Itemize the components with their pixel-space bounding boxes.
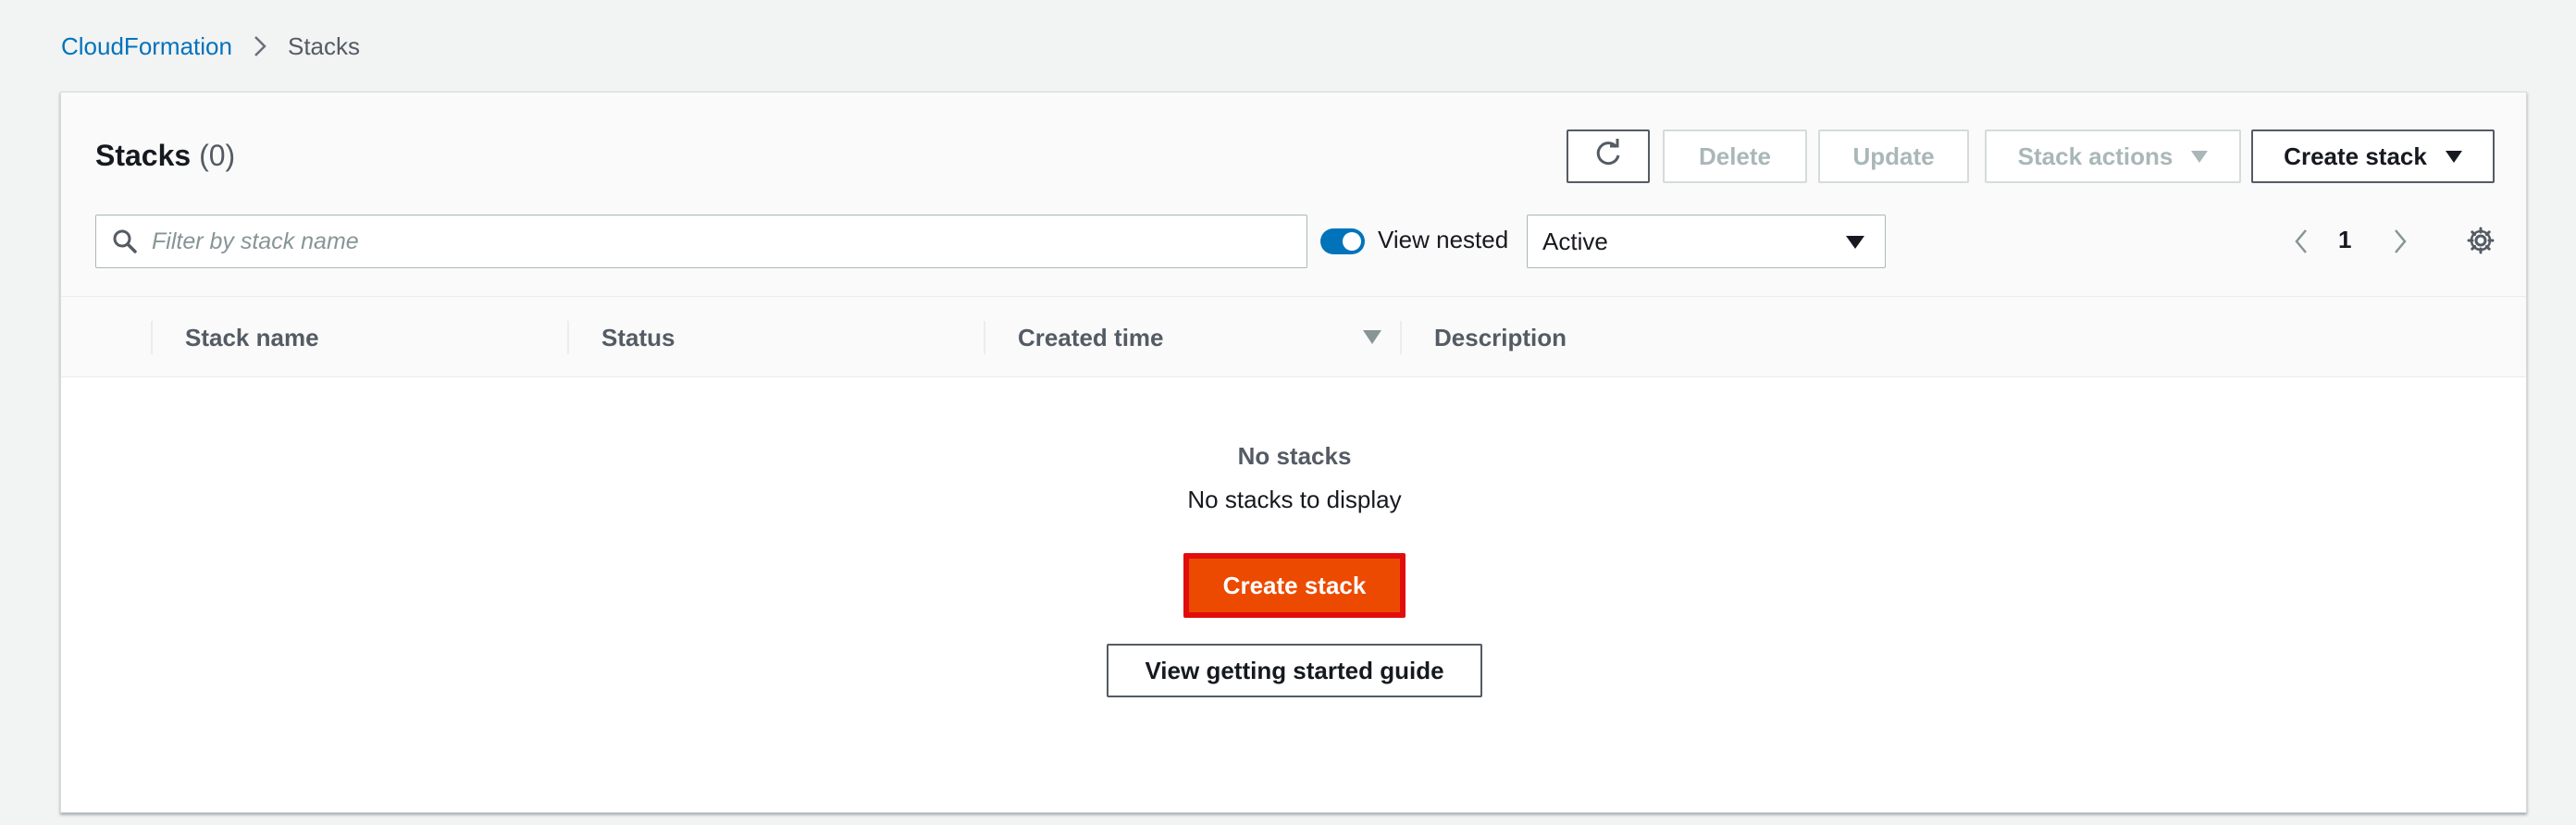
table-header: Stack name Status Created time Descripti…: [61, 296, 2526, 377]
column-header-created-time[interactable]: Created time: [984, 297, 1400, 378]
caret-down-icon: [1846, 236, 1864, 249]
view-getting-started-guide-button[interactable]: View getting started guide: [1107, 644, 1482, 697]
view-nested-label: View nested: [1378, 226, 1509, 253]
column-header-status[interactable]: Status: [567, 297, 984, 378]
empty-state-description: No stacks to display: [1187, 486, 1402, 513]
stack-actions-label: Stack actions: [2017, 142, 2174, 170]
status-filter-select[interactable]: Active: [1527, 215, 1886, 268]
create-stack-button[interactable]: Create stack: [1183, 553, 1406, 618]
stack-count: (0): [199, 139, 236, 172]
sort-descending-icon: [1363, 330, 1381, 344]
create-stack-dropdown-button[interactable]: Create stack: [2251, 129, 2495, 183]
column-header-description[interactable]: Description: [1400, 297, 2527, 378]
breadcrumb: CloudFormation Stacks: [61, 28, 360, 65]
breadcrumb-current-stacks: Stacks: [287, 31, 361, 60]
stack-actions-button[interactable]: Stack actions: [1985, 129, 2241, 183]
created-time-label: Created time: [1018, 323, 1164, 351]
view-nested-toggle[interactable]: [1320, 228, 1365, 254]
breadcrumb-cloudformation-link[interactable]: CloudFormation: [61, 32, 232, 61]
page-title: Stacks (0): [95, 139, 235, 173]
chevron-right-icon: [2395, 229, 2407, 253]
create-stack-label: Create stack: [2284, 142, 2427, 170]
next-page-button[interactable]: [2386, 225, 2414, 258]
gear-icon[interactable]: [2463, 223, 2498, 258]
panel-header: Stacks (0) Delete Update Stack actions C…: [61, 92, 2526, 296]
update-button[interactable]: Update: [1818, 129, 1969, 183]
stacks-panel: Stacks (0) Delete Update Stack actions C…: [60, 92, 2527, 813]
refresh-button[interactable]: [1567, 129, 1650, 183]
caret-down-icon: [2445, 150, 2462, 163]
filter-box: [95, 215, 1307, 268]
previous-page-button[interactable]: [2287, 225, 2315, 258]
filter-stack-name-input[interactable]: [152, 228, 1262, 255]
toggle-knob: [1343, 232, 1361, 251]
chevron-left-icon: [2295, 229, 2307, 253]
delete-button[interactable]: Delete: [1663, 129, 1807, 183]
status-filter-value: Active: [1542, 227, 1608, 255]
refresh-icon: [1592, 138, 1624, 176]
empty-state-title: No stacks: [1237, 442, 1352, 470]
title-text: Stacks: [95, 139, 192, 172]
caret-down-icon: [2191, 150, 2209, 163]
column-header-stack-name[interactable]: Stack name: [151, 297, 567, 378]
select-column-header: [61, 297, 151, 378]
page-number-1[interactable]: 1: [2338, 226, 2351, 254]
search-icon: [111, 228, 139, 255]
chevron-right-icon: [249, 35, 271, 57]
